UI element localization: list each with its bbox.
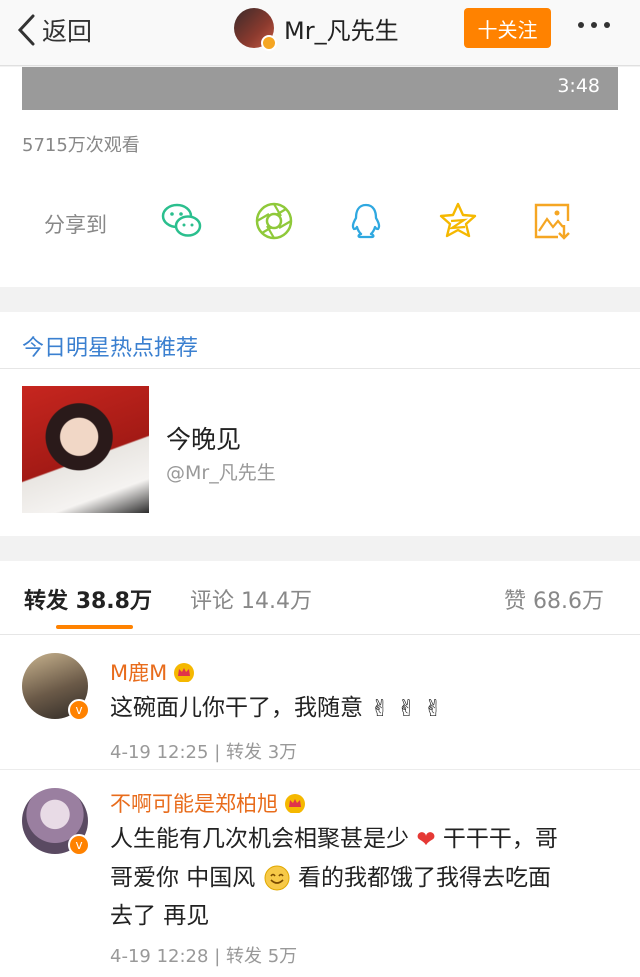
chevron-left-icon bbox=[17, 14, 35, 46]
comment-repost-label[interactable]: 转发 bbox=[226, 946, 262, 967]
avatar[interactable]: v bbox=[22, 788, 90, 856]
meta-separator: | bbox=[214, 946, 226, 967]
tab-like-label: 赞 bbox=[504, 589, 527, 614]
comment-item: v M鹿M 这碗面儿你干了，我随意 ✌ ✌ ✌ 4-19 12:25 | 转发 … bbox=[0, 635, 640, 769]
comment-meta: 4-19 12:28 | 转发 5万 bbox=[110, 942, 297, 968]
recommendation-card: 今日明星热点推荐 今晚见 @Mr_凡先生 bbox=[0, 312, 640, 536]
more-icon[interactable] bbox=[578, 22, 610, 28]
comment-username[interactable]: 不啊可能是郑柏旭 bbox=[110, 788, 278, 818]
comment-repost-label[interactable]: 转发 bbox=[226, 742, 262, 763]
comment-text-line: 看的我都饿了我得去吃面 bbox=[297, 864, 551, 891]
save-image-icon[interactable] bbox=[530, 199, 574, 243]
nav-user[interactable]: Mr_凡先生 bbox=[234, 8, 399, 51]
tab-like-count: 68.6万 bbox=[533, 589, 605, 614]
comment-meta: 4-19 12:25 | 转发 3万 bbox=[110, 738, 297, 764]
share-row: 分享到 bbox=[0, 195, 640, 251]
video-card: 3:48 5715万次观看 分享到 bbox=[0, 67, 640, 287]
victory-hand-icon: ✌ bbox=[396, 695, 417, 722]
wechat-icon[interactable] bbox=[160, 199, 204, 243]
video-duration: 3:48 bbox=[557, 75, 600, 97]
comment-user[interactable]: 不啊可能是郑柏旭 bbox=[110, 788, 306, 818]
qq-icon[interactable] bbox=[344, 199, 388, 243]
comment-text: 人生能有几次机会相聚甚是少 ❤ 干干干，哥 哥爱你 中国风 看的我都饿了我得去吃… bbox=[110, 820, 620, 935]
heart-icon: ❤ bbox=[416, 826, 436, 853]
comment-time: 4-19 12:28 bbox=[110, 946, 209, 967]
comment-repost-count: 5万 bbox=[267, 946, 298, 967]
tab-repost-label: 转发 bbox=[24, 589, 69, 614]
follow-button[interactable]: 十关注 bbox=[464, 8, 551, 48]
meta-separator: | bbox=[214, 742, 226, 763]
recommend-handle[interactable]: @Mr_凡先生 bbox=[166, 458, 276, 485]
comment-text-line: 干干干，哥 bbox=[442, 826, 558, 852]
back-button[interactable]: 返回 bbox=[16, 10, 92, 50]
avatar[interactable] bbox=[234, 8, 277, 51]
tabs-bar: 转发 38.8万 评论 14.4万 赞 68.6万 bbox=[0, 561, 640, 635]
comment-repost-count: 3万 bbox=[267, 742, 298, 763]
share-label: 分享到 bbox=[44, 213, 107, 237]
nav-username[interactable]: Mr_凡先生 bbox=[284, 11, 399, 46]
top-navbar: 返回 Mr_凡先生 十关注 bbox=[0, 0, 640, 66]
tab-comment-label: 评论 bbox=[190, 589, 235, 614]
back-label: 返回 bbox=[42, 17, 93, 46]
comment-user[interactable]: M鹿M bbox=[110, 657, 195, 687]
qzone-icon[interactable] bbox=[436, 199, 480, 243]
comment-text: 这碗面儿你干了，我随意 ✌ ✌ ✌ bbox=[110, 689, 620, 728]
recommend-title[interactable]: 今晚见 bbox=[166, 420, 241, 456]
comment-text-line: 人生能有几次机会相聚甚是少 bbox=[110, 826, 409, 852]
crown-icon bbox=[285, 794, 305, 813]
divider bbox=[0, 368, 640, 369]
tab-like[interactable]: 赞 68.6万 bbox=[504, 583, 604, 615]
recommend-thumbnail[interactable] bbox=[22, 386, 149, 513]
crown-icon bbox=[174, 663, 195, 682]
comment-text-line: 哥爱你 中国风 bbox=[110, 864, 256, 891]
comment-username[interactable]: M鹿M bbox=[110, 657, 167, 687]
tab-repost[interactable]: 转发 38.8万 bbox=[24, 583, 152, 615]
verified-icon: v bbox=[68, 699, 90, 721]
view-count: 5715万次观看 bbox=[22, 135, 140, 156]
comment-time: 4-19 12:25 bbox=[110, 742, 209, 763]
video-player[interactable]: 3:48 bbox=[22, 67, 618, 110]
comment-text-line: 去了 再见 bbox=[110, 902, 210, 929]
comment-text-body: 这碗面儿你干了，我随意 bbox=[110, 695, 363, 721]
avatar[interactable]: v bbox=[22, 653, 90, 721]
recommend-section-title[interactable]: 今日明星热点推荐 bbox=[22, 330, 198, 362]
victory-hand-icon: ✌ bbox=[370, 695, 390, 722]
comment-item: v 不啊可能是郑柏旭 人生能有几次机会相聚甚是少 ❤ 干干干，哥 哥爱你 中国风 bbox=[0, 770, 640, 977]
victory-hand-icon: ✌ bbox=[423, 695, 443, 722]
verified-icon bbox=[261, 35, 277, 51]
tab-comment-count: 14.4万 bbox=[241, 589, 313, 614]
verified-icon: v bbox=[68, 834, 90, 856]
comments-section: 转发 38.8万 评论 14.4万 赞 68.6万 v M鹿M 这碗面儿你干了，… bbox=[0, 561, 640, 977]
tab-active-indicator bbox=[56, 625, 133, 629]
tab-comment[interactable]: 评论 14.4万 bbox=[190, 583, 312, 615]
moments-icon[interactable] bbox=[252, 199, 296, 243]
smile-emoji-icon bbox=[264, 865, 290, 891]
tab-repost-count: 38.8万 bbox=[75, 589, 152, 614]
